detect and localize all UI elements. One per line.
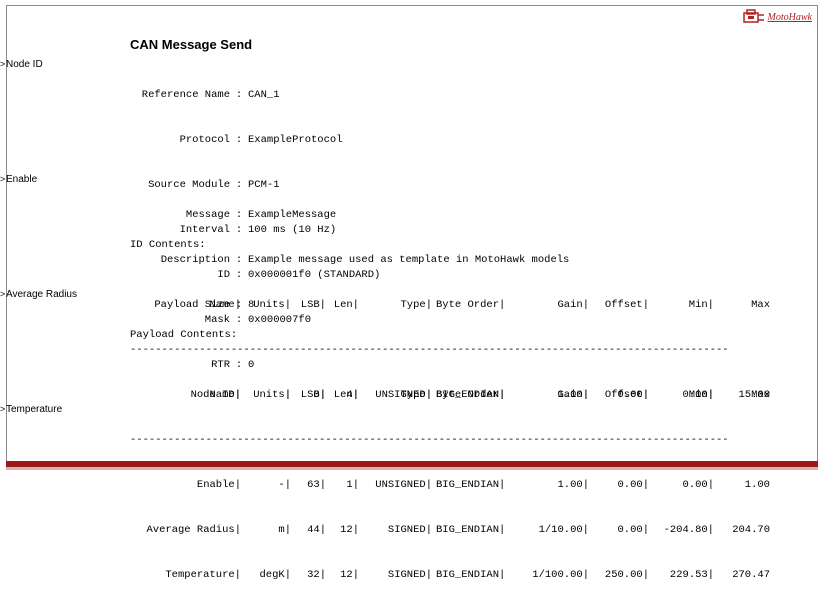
- motohawk-logo: MotoHawk: [742, 9, 812, 25]
- table-header-row: Name| Units| LSB| Len| Type| Byte Order|…: [209, 299, 770, 311]
- port-label: Enable: [6, 174, 38, 185]
- payload-contents-heading: Payload Contents:: [130, 329, 238, 341]
- input-port-node-id[interactable]: >Node ID: [0, 59, 43, 70]
- table-row: Enable| -| 63| 1| UNSIGNED| BIG_ENDIAN| …: [196, 479, 770, 491]
- table-row: Average Radius| m| 44| 12| SIGNED| BIG_E…: [146, 524, 770, 536]
- port-label: Average Radius: [6, 289, 77, 300]
- payload-contents-table: Name| Units| LSB| Len| Type| Byte Order|…: [130, 358, 796, 598]
- motohawk-logo-text: MotoHawk: [767, 11, 812, 23]
- config-row-protocol: Protocol: ExampleProtocol: [179, 134, 343, 146]
- table-row: Temperature| degK| 32| 12| SIGNED| BIG_E…: [165, 569, 770, 581]
- motohawk-logo-icon: [742, 9, 765, 25]
- config-row-message: Message: ExampleMessage: [185, 209, 337, 221]
- input-port-temperature[interactable]: >Temperature: [0, 404, 62, 415]
- id-contents-heading: ID Contents:: [130, 239, 206, 251]
- port-label: Temperature: [6, 404, 63, 415]
- table-divider: ----------------------------------------…: [130, 344, 729, 356]
- block-title: CAN Message Send: [130, 37, 253, 52]
- table-divider: ----------------------------------------…: [130, 434, 729, 446]
- config-row-reference-name: Reference Name: CAN_1: [141, 89, 280, 101]
- table-header-row: Name| Units| LSB| Len| Type| Byte Order|…: [209, 389, 770, 401]
- input-port-enable[interactable]: >Enable: [0, 174, 37, 185]
- port-label: Node ID: [6, 59, 43, 70]
- input-port-average-radius[interactable]: >Average Radius: [0, 289, 77, 300]
- config-row-description: Description: Example message used as temp…: [160, 254, 570, 266]
